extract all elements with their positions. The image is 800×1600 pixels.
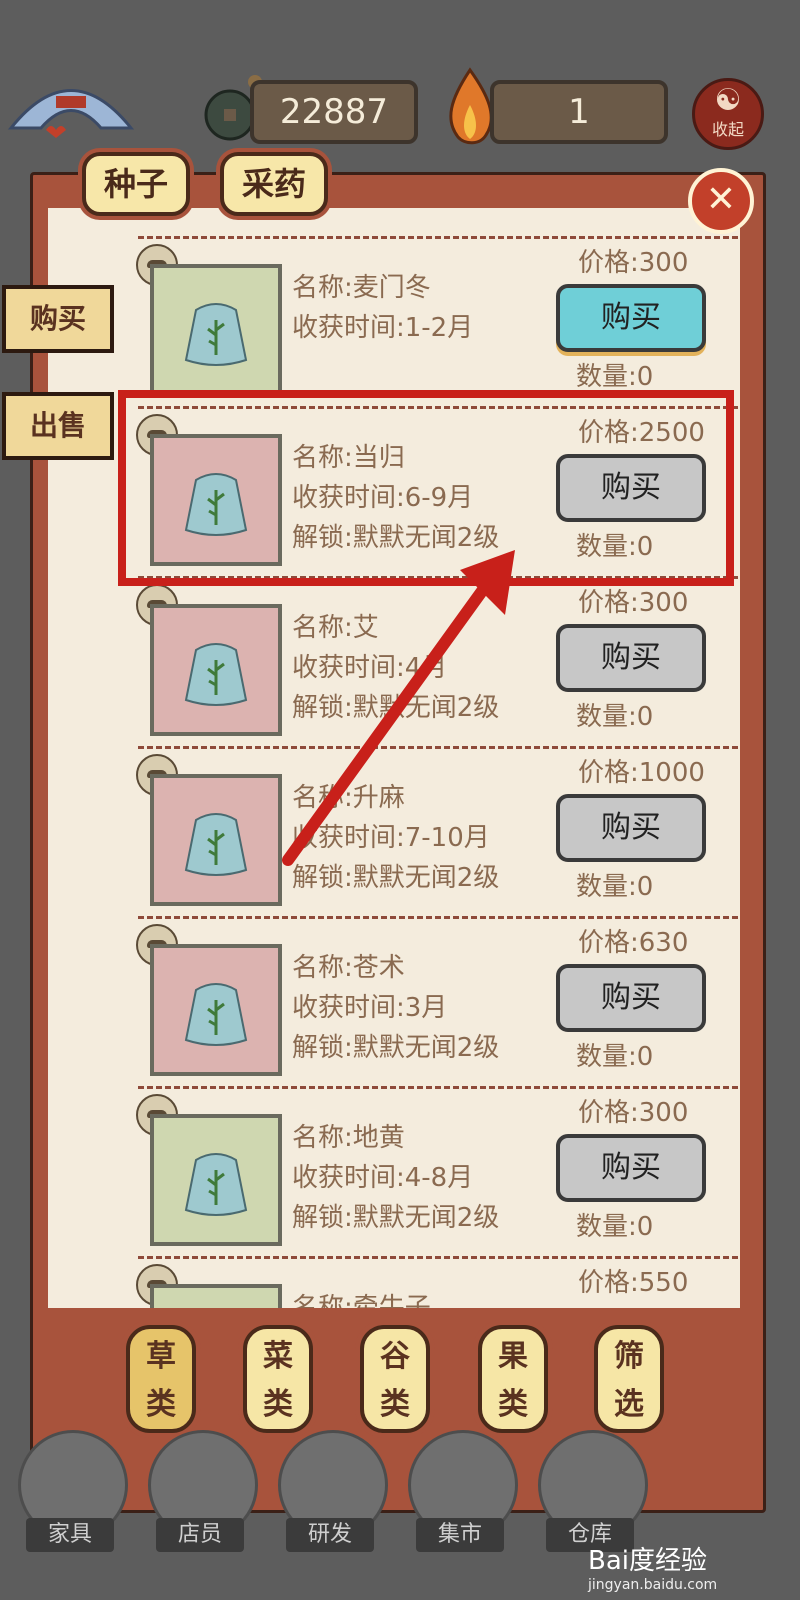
seed-quantity: 数量:0 bbox=[576, 1042, 654, 1072]
nav-staff[interactable]: 店员 bbox=[148, 1430, 258, 1570]
seed-info: 名称:麦门冬收获时间:1-2月 bbox=[292, 268, 473, 348]
nav-furniture[interactable]: 家具 bbox=[18, 1430, 128, 1570]
seed-item-row: 名称:地黄收获时间:4-8月 解锁:默默无闻2级 价格:300 购买数量:0 bbox=[48, 1086, 740, 1262]
seed-thumbnail bbox=[150, 774, 282, 906]
top-resource-bar: 22887 1 ☯ 收起 bbox=[0, 60, 800, 150]
seed-price: 价格:300 bbox=[578, 588, 689, 618]
seed-quantity: 数量:0 bbox=[576, 1212, 654, 1242]
category-vegetables-top: 菜 bbox=[263, 1339, 293, 1374]
category-herbs-top: 草 bbox=[146, 1339, 176, 1374]
seed-info: 名称:苍术收获时间:3月解锁:默默无闻2级 bbox=[292, 948, 499, 1068]
nav-research[interactable]: 研发 bbox=[278, 1430, 388, 1570]
nav-market[interactable]: 集市 bbox=[408, 1430, 518, 1570]
seed-price: 价格:1000 bbox=[578, 758, 705, 788]
nav-research-label: 研发 bbox=[286, 1518, 374, 1552]
category-filter[interactable]: 筛 选 bbox=[594, 1325, 664, 1433]
seed-pouch-icon bbox=[184, 983, 248, 1046]
tab-herbs[interactable]: 采药 bbox=[220, 152, 329, 216]
category-fruits[interactable]: 果 类 bbox=[478, 1325, 548, 1433]
watermark: Bai度经验 jingyan.baidu.com bbox=[588, 1540, 717, 1593]
watermark-brand: Bai度经验 bbox=[588, 1546, 707, 1576]
seed-thumbnail bbox=[150, 1284, 282, 1308]
category-herbs[interactable]: 草 类 bbox=[126, 1325, 196, 1433]
seed-info: 名称:牵牛子 bbox=[292, 1288, 431, 1308]
seed-thumbnail bbox=[150, 264, 282, 396]
seed-name: 名称:牵牛子 bbox=[292, 1293, 431, 1308]
nav-market-label: 集市 bbox=[416, 1518, 504, 1552]
buy-button[interactable]: 购买 bbox=[556, 284, 706, 352]
seed-pouch-icon bbox=[184, 303, 248, 366]
fire-count: 1 bbox=[490, 80, 668, 144]
seed-name: 名称:苍术 bbox=[292, 953, 405, 983]
category-filter-top: 筛 bbox=[614, 1339, 644, 1374]
seed-pouch-icon bbox=[184, 643, 248, 706]
seed-thumbnail bbox=[150, 944, 282, 1076]
buy-button[interactable]: 购买 bbox=[556, 964, 706, 1032]
side-tab-buy[interactable]: 购买 bbox=[2, 285, 114, 353]
seed-thumbnail bbox=[150, 604, 282, 736]
seed-price: 价格:300 bbox=[578, 248, 689, 278]
category-grains-top: 谷 bbox=[380, 1339, 410, 1374]
seed-harvest-time: 收获时间:1-2月 bbox=[292, 313, 474, 343]
close-icon[interactable]: ✕ bbox=[688, 168, 754, 234]
seed-pouch-icon bbox=[184, 813, 248, 876]
fan-menu-icon[interactable] bbox=[6, 68, 136, 138]
seed-quantity: 数量:0 bbox=[576, 702, 654, 732]
seed-harvest-time: 收获时间:3月 bbox=[292, 993, 448, 1023]
category-vegetables[interactable]: 菜 类 bbox=[243, 1325, 313, 1433]
watermark-url: jingyan.baidu.com bbox=[588, 1577, 718, 1593]
category-fruits-top: 果 bbox=[498, 1339, 528, 1374]
category-grains-bottom: 类 bbox=[380, 1387, 410, 1422]
category-filter-bottom: 选 bbox=[614, 1387, 644, 1422]
seed-quantity: 数量:0 bbox=[576, 872, 654, 902]
seed-quantity: 数量:0 bbox=[576, 362, 654, 392]
buy-button[interactable]: 购买 bbox=[556, 624, 706, 692]
seed-harvest-time: 收获时间:4-8月 bbox=[292, 1163, 474, 1193]
category-vegetables-bottom: 类 bbox=[263, 1387, 293, 1422]
category-grains[interactable]: 谷 类 bbox=[360, 1325, 430, 1433]
side-tab-sell[interactable]: 出售 bbox=[2, 392, 114, 460]
tab-seeds[interactable]: 种子 bbox=[82, 152, 191, 216]
buy-button[interactable]: 购买 bbox=[556, 794, 706, 862]
coin-count: 22887 bbox=[250, 80, 418, 144]
buy-button[interactable]: 购买 bbox=[556, 1134, 706, 1202]
nav-furniture-label: 家具 bbox=[26, 1518, 114, 1552]
seed-info: 名称:地黄收获时间:4-8月 解锁:默默无闻2级 bbox=[292, 1118, 499, 1238]
collapse-label: 收起 bbox=[711, 120, 744, 139]
collapse-button[interactable]: ☯ 收起 bbox=[692, 78, 764, 150]
seed-price: 价格:300 bbox=[578, 1098, 689, 1128]
nav-staff-label: 店员 bbox=[156, 1518, 244, 1552]
seed-item-row: 名称:麦门冬收获时间:1-2月 价格:300 购买数量:0 bbox=[48, 236, 740, 412]
seed-name: 名称:麦门冬 bbox=[292, 273, 431, 303]
seed-pouch-icon bbox=[184, 1153, 248, 1216]
seed-thumbnail bbox=[150, 1114, 282, 1246]
seed-unlock: 解锁:默默无闻2级 bbox=[292, 1203, 500, 1233]
seed-price: 价格:550 bbox=[578, 1268, 689, 1298]
seed-item-row: 名称:牵牛子 价格:550 bbox=[48, 1256, 740, 1308]
annotation-arrow-icon bbox=[282, 550, 515, 866]
category-herbs-bottom: 类 bbox=[146, 1387, 176, 1422]
seed-name: 名称:地黄 bbox=[292, 1123, 405, 1153]
seed-unlock: 解锁:默默无闻2级 bbox=[292, 1033, 500, 1063]
seed-item-row: 名称:苍术收获时间:3月解锁:默默无闻2级 价格:630 购买数量:0 bbox=[48, 916, 740, 1092]
seed-price: 价格:630 bbox=[578, 928, 689, 958]
category-fruits-bottom: 类 bbox=[498, 1387, 528, 1422]
yin-yang-icon: ☯ bbox=[714, 83, 742, 118]
